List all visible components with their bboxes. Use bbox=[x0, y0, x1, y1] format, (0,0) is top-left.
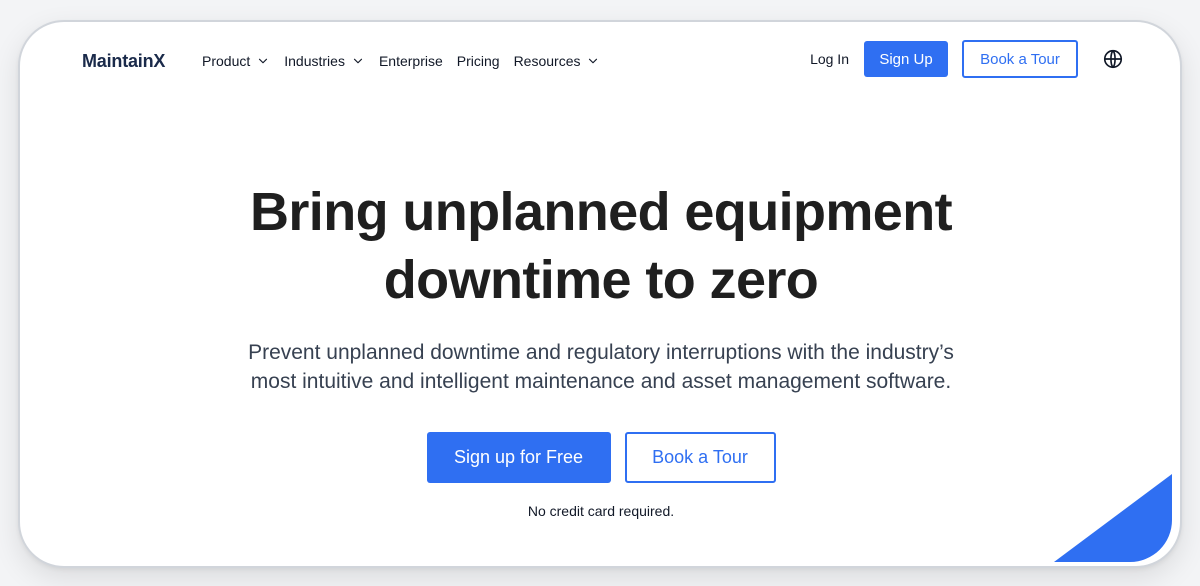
chevron-down-icon bbox=[353, 58, 363, 64]
globe-icon[interactable] bbox=[1102, 48, 1124, 70]
login-link[interactable]: Log In bbox=[810, 51, 849, 67]
hero-headline-line-1: Bring unplanned equipment bbox=[250, 182, 953, 242]
nav-menu: Product Industries Enterprise Pricing Re… bbox=[202, 53, 600, 69]
nav-item-label: Resources bbox=[513, 53, 581, 69]
chevron-down-icon bbox=[259, 58, 268, 64]
book-tour-button[interactable]: Book a Tour bbox=[962, 40, 1078, 78]
nav-item-label: Product bbox=[202, 53, 251, 69]
book-tour-button-label: Book a Tour bbox=[980, 50, 1060, 68]
nav-item-enterprise[interactable]: Enterprise bbox=[379, 53, 443, 69]
signup-button[interactable]: Sign Up bbox=[864, 41, 948, 77]
signup-for-free-button[interactable]: Sign up for Free bbox=[426, 432, 611, 483]
landing-page: MaintainX Product Industries Enterprise … bbox=[30, 22, 1172, 562]
hero-headline-line-2: downtime to zero bbox=[383, 250, 819, 310]
hero-subhead-line-1: Prevent unplanned downtime and regulator… bbox=[248, 341, 954, 364]
nav-item-label: Enterprise bbox=[378, 53, 443, 69]
nav-item-label: Industries bbox=[284, 53, 345, 69]
hero-section: Bring unplanned equipment downtime to ze… bbox=[30, 178, 1172, 519]
nav-actions: Log In Sign Up Book a Tour bbox=[810, 40, 1124, 78]
hero-subhead: Prevent unplanned downtime and regulator… bbox=[30, 338, 1172, 396]
nav-item-pricing[interactable]: Pricing bbox=[457, 53, 500, 69]
signup-for-free-label: Sign up for Free bbox=[453, 447, 584, 467]
hero-cta-group: Sign up for Free Book a Tour bbox=[30, 432, 1172, 483]
nav-item-resources[interactable]: Resources bbox=[514, 53, 601, 69]
no-credit-card-note: No credit card required. bbox=[527, 503, 675, 519]
nav-item-label: Pricing bbox=[456, 53, 500, 69]
maintainx-logo[interactable]: MaintainX bbox=[82, 51, 165, 72]
nav-item-industries[interactable]: Industries bbox=[284, 53, 365, 69]
book-a-tour-label: Book a Tour bbox=[652, 447, 748, 467]
book-a-tour-button[interactable]: Book a Tour bbox=[624, 432, 776, 483]
nav-item-product[interactable]: Product bbox=[202, 53, 270, 69]
hero-headline: Bring unplanned equipment downtime to ze… bbox=[30, 178, 1172, 314]
decorative-corner-shape bbox=[1054, 474, 1172, 562]
browser-frame: MaintainX Product Industries Enterprise … bbox=[18, 20, 1182, 568]
top-nav: MaintainX Product Industries Enterprise … bbox=[30, 40, 1172, 84]
signup-button-label: Sign Up bbox=[879, 50, 933, 68]
logo-text: MaintainX bbox=[82, 51, 166, 71]
hero-subhead-line-2: most intuitive and intelligent maintenan… bbox=[250, 370, 952, 393]
chevron-down-icon bbox=[589, 58, 598, 64]
